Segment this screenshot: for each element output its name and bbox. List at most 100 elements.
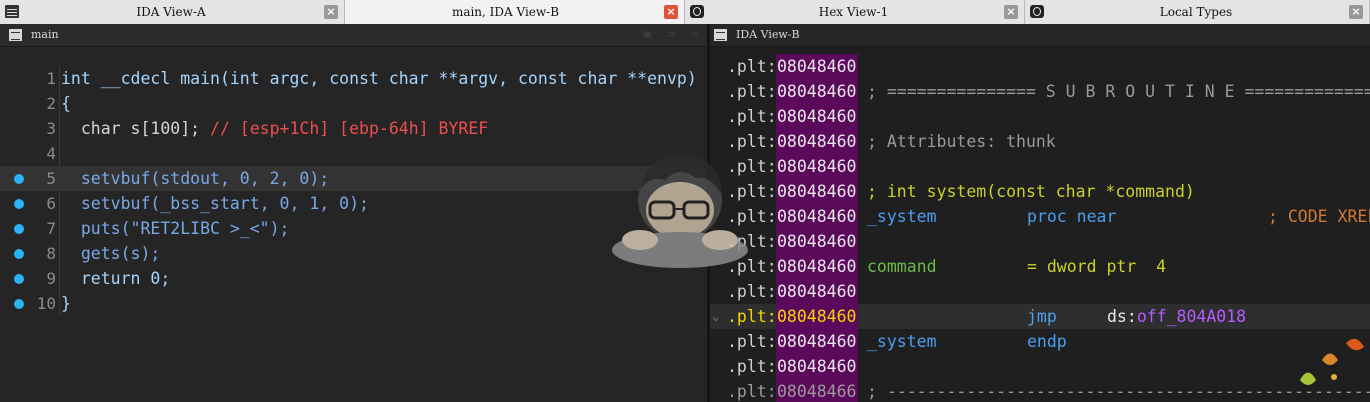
tab-hex-view-1[interactable]: Hex View-1 ×: [685, 0, 1025, 24]
breakpoint-icon[interactable]: [14, 299, 24, 309]
address: 08048460: [777, 357, 857, 376]
asm-comment: ; =============== S U B R O U T I N E ==…: [867, 82, 1370, 101]
asm-row[interactable]: .plt: 08048460 ; int system(const char *…: [710, 179, 1370, 204]
close-icon[interactable]: ×: [1004, 5, 1018, 19]
asm-row[interactable]: .plt: 08048460 ; Attributes: thunk: [710, 129, 1370, 154]
address: 08048460: [777, 307, 857, 326]
grid-icon: [5, 5, 19, 18]
asm-row[interactable]: .plt: 08048460: [710, 54, 1370, 79]
asm-row[interactable]: .plt: 08048460: [710, 279, 1370, 304]
code-text: int __cdecl main(int argc, const char **…: [61, 69, 697, 88]
breakpoint-icon[interactable]: [14, 199, 24, 209]
address: 08048460: [777, 107, 857, 126]
breakpoint-icon[interactable]: [14, 224, 24, 234]
mascot-watermark-image: [612, 154, 748, 268]
tab-ida-view-a[interactable]: IDA View-A ×: [0, 0, 345, 24]
code-line[interactable]: 7 puts("RET2LIBC >_<");: [0, 216, 707, 241]
code-text: char s[100]; // [esp+1Ch] [ebp-64h] BYRE…: [61, 116, 488, 141]
asm-row[interactable]: .plt: 08048466 ; -----------------------…: [710, 379, 1370, 402]
asm-comment: ; Attributes: thunk: [867, 132, 1056, 151]
tab-title: IDA View-A: [136, 5, 206, 19]
segment: .plt:: [727, 382, 777, 401]
disassembly-pane[interactable]: IDA View-B .plt: 08048460 .plt: 08048460…: [710, 24, 1370, 402]
code-line[interactable]: 2 {: [0, 91, 707, 116]
pin-icon[interactable]: ⇆: [666, 29, 677, 40]
address: 08048460: [777, 257, 857, 276]
types-icon: [1030, 5, 1044, 18]
code-line[interactable]: 10 }: [0, 291, 707, 316]
asm-row[interactable]: .plt: 08048460: [710, 104, 1370, 129]
segment: .plt:: [727, 307, 777, 326]
sync-icon[interactable]: ▣: [642, 29, 653, 40]
segment: .plt:: [727, 82, 777, 101]
asm-row[interactable]: .plt: 08048460: [710, 154, 1370, 179]
asm-row[interactable]: .plt: 08048460 _system endp: [710, 329, 1370, 354]
code-text: }: [61, 294, 71, 313]
hex-icon: [690, 5, 704, 18]
code-line-current[interactable]: 5 setvbuf(stdout, 0, 2, 0);: [0, 166, 707, 191]
tab-main-ida-view-b[interactable]: main, IDA View-B ×: [345, 0, 685, 24]
asm-label[interactable]: _system: [867, 204, 937, 229]
segment: .plt:: [727, 57, 777, 76]
document-icon: [9, 29, 22, 41]
asm-label[interactable]: command: [867, 254, 937, 279]
code-line[interactable]: 3 char s[100]; // [esp+1Ch] [ebp-64h] BY…: [0, 116, 707, 141]
disassembly-header: IDA View-B: [710, 24, 1370, 47]
code-text: gets(s);: [61, 244, 161, 263]
address: 08048460: [777, 282, 857, 301]
address: 08048460: [777, 332, 857, 351]
code-comment: // [esp+1Ch] [ebp-64h] BYREF: [210, 119, 489, 138]
corner-ornament-image: [1300, 338, 1364, 385]
code-text: setvbuf(stdout, 0, 2, 0);: [61, 169, 330, 188]
asm-mnemonic: jmp: [1027, 307, 1057, 326]
segment: .plt:: [727, 107, 777, 126]
breakpoint-icon[interactable]: [14, 174, 24, 184]
asm-mnemonic: = dword ptr 4: [1027, 257, 1167, 276]
code-line[interactable]: 9 return 0;: [0, 266, 707, 291]
tab-bar: IDA View-A × main, IDA View-B × Hex View…: [0, 0, 1370, 24]
asm-comment: ; int system(const char *command): [867, 182, 1195, 201]
document-icon: [714, 29, 727, 41]
segment: .plt:: [727, 282, 777, 301]
asm-row[interactable]: .plt: 08048460: [710, 354, 1370, 379]
chevron-down-icon[interactable]: ⌄: [712, 304, 719, 329]
asm-xref-comment: ; CODE XREF: [1268, 207, 1370, 226]
close-icon[interactable]: ×: [664, 5, 678, 19]
tab-title: main, IDA View-B: [451, 5, 560, 19]
asm-label[interactable]: _system: [867, 329, 937, 354]
asm-row-current[interactable]: ⌄ .plt: 08048460 jmp ds:off_804A018: [710, 304, 1370, 329]
asm-row[interactable]: .plt: 08048460: [710, 229, 1370, 254]
address: 08048460: [777, 132, 857, 151]
code-line[interactable]: 1 int __cdecl main(int argc, const char …: [0, 66, 707, 91]
code-line[interactable]: 6 setvbuf(_bss_start, 0, 1, 0);: [0, 191, 707, 216]
asm-mnemonic: endp: [1027, 332, 1067, 351]
close-pane-icon[interactable]: ×: [690, 29, 701, 40]
pseudocode-header: main ▣ ⇆ ×: [0, 24, 707, 47]
line-number: 4: [46, 144, 56, 163]
code-line[interactable]: 4: [0, 141, 707, 166]
asm-row[interactable]: .plt: 08048460 command = dword ptr 4: [710, 254, 1370, 279]
tab-local-types[interactable]: Local Types ×: [1025, 0, 1370, 24]
line-number: 3: [46, 119, 56, 138]
close-icon[interactable]: ×: [1349, 5, 1363, 19]
close-icon[interactable]: ×: [324, 5, 338, 19]
disassembly-title: IDA View-B: [736, 28, 800, 41]
line-number: 5: [46, 169, 56, 188]
asm-row[interactable]: .plt: 08048460 _system proc near ; CODE …: [710, 204, 1370, 229]
code-line[interactable]: 8 gets(s);: [0, 241, 707, 266]
address: 08048460: [777, 57, 857, 76]
breakpoint-icon[interactable]: [14, 249, 24, 259]
segment: .plt:: [727, 332, 777, 351]
code-text: setvbuf(_bss_start, 0, 1, 0);: [61, 194, 369, 213]
line-number: 9: [46, 269, 56, 288]
line-number: 7: [46, 219, 56, 238]
pseudocode-pane[interactable]: main ▣ ⇆ × 1 int __cdecl main(int argc, …: [0, 24, 707, 402]
address: 08048460: [777, 232, 857, 251]
line-number: 8: [46, 244, 56, 263]
code-text: return 0;: [61, 269, 171, 288]
asm-operand[interactable]: ds:off_804A018: [1107, 304, 1246, 329]
asm-row[interactable]: .plt: 08048460 ; =============== S U B R…: [710, 79, 1370, 104]
line-number: 6: [46, 194, 56, 213]
code-decl: char s[100];: [61, 119, 211, 138]
breakpoint-icon[interactable]: [14, 274, 24, 284]
